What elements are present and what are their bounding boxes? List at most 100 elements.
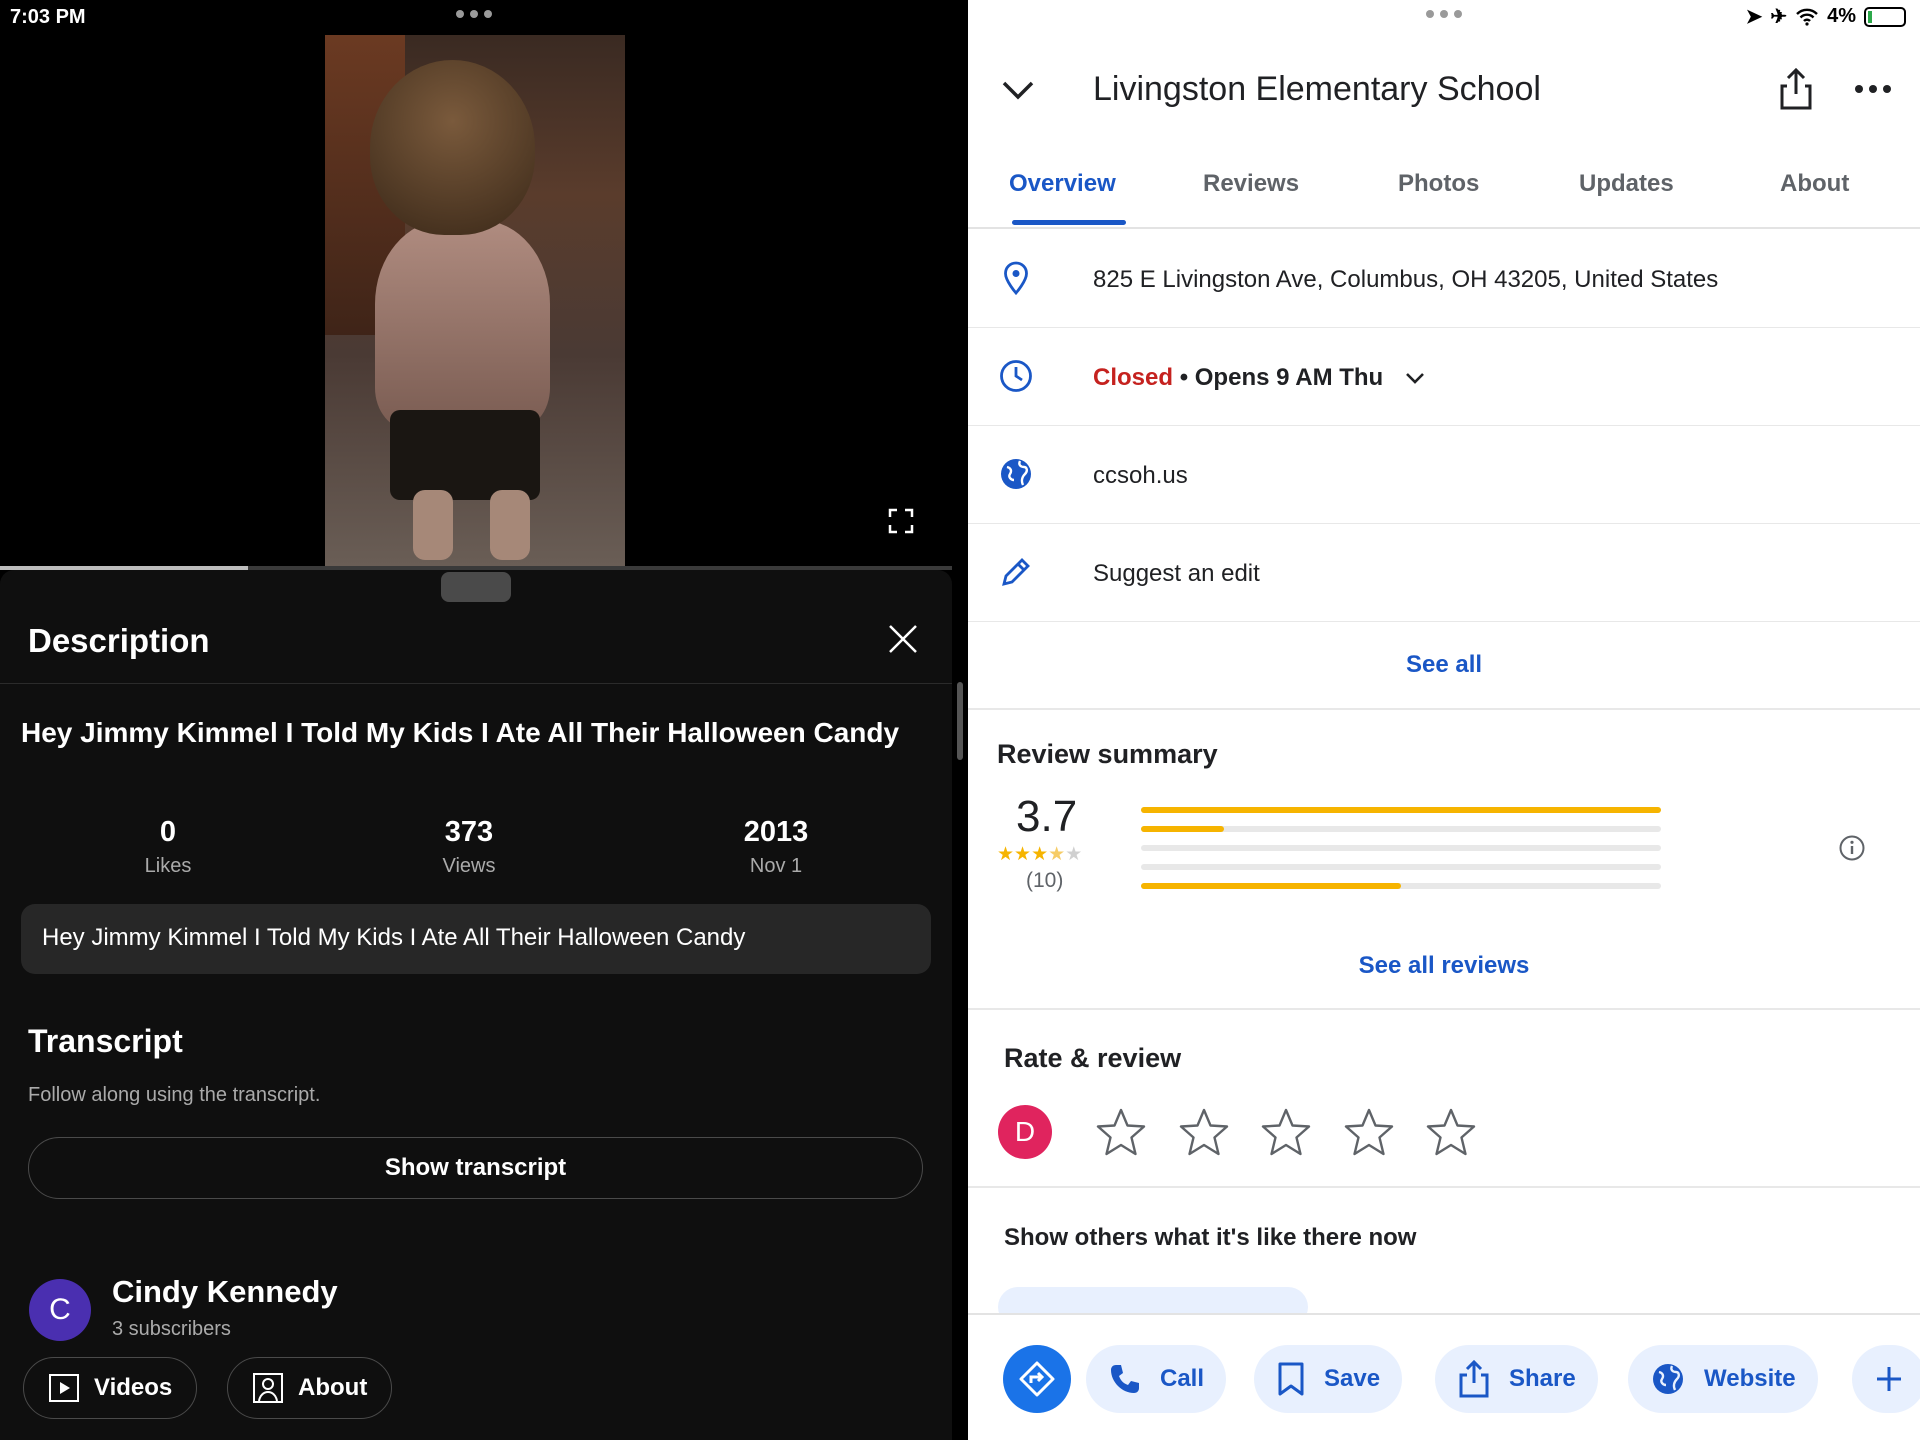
airplane-icon: ✈: [1770, 6, 1788, 28]
directions-icon: [1019, 1361, 1055, 1397]
status-icons: ➤ ✈ 4%: [1746, 4, 1906, 29]
battery-percent: 4%: [1827, 5, 1856, 27]
videos-button[interactable]: Videos: [23, 1357, 198, 1419]
location-arrow-icon: ➤: [1745, 6, 1763, 28]
rating-bar-4: [1141, 826, 1661, 832]
close-icon[interactable]: [886, 622, 920, 656]
rating-bar-1: [1141, 883, 1661, 889]
youtube-pane: 7:03 PM Description Hey Jimmy Kimmel I T…: [0, 0, 968, 1440]
multitasking-dots-right[interactable]: [1426, 10, 1462, 18]
videos-label: Videos: [94, 1374, 173, 1401]
play-icon: [49, 1374, 79, 1402]
globe-icon: [1653, 1364, 1683, 1394]
share-label: Share: [1509, 1365, 1576, 1392]
share-icon[interactable]: [1776, 66, 1816, 112]
about-label: About: [298, 1374, 368, 1401]
stat-label: Nov 1: [749, 855, 803, 877]
maps-pane: ➤ ✈ 4% Livingston Elementary School Over…: [968, 0, 1920, 1440]
stat-label: Likes: [144, 855, 192, 877]
add-button[interactable]: [1852, 1345, 1920, 1413]
split-screen: 7:03 PM Description Hey Jimmy Kimmel I T…: [0, 0, 1920, 1440]
wifi-icon: [1796, 8, 1818, 26]
show-others-header: Show others what it's like there now: [1004, 1224, 1417, 1251]
star-3-icon[interactable]: [1260, 1106, 1312, 1158]
website-text: ccsoh.us: [1093, 462, 1188, 489]
website-button[interactable]: Website: [1628, 1345, 1818, 1413]
rating-star-icon: ★: [997, 844, 1015, 865]
active-tab-indicator: [1012, 220, 1126, 225]
location-pin-icon: [1004, 261, 1028, 296]
save-label: Save: [1324, 1365, 1381, 1392]
hours-next: Opens 9 AM Thu: [1194, 364, 1384, 391]
star-4-icon[interactable]: [1343, 1106, 1395, 1158]
star-5-icon[interactable]: [1425, 1106, 1477, 1158]
channel-name[interactable]: Cindy Kennedy: [112, 1274, 338, 1310]
stat-label: Views: [442, 855, 496, 877]
stat-likes: 0 Likes: [68, 816, 268, 878]
suggest-edit-row[interactable]: Suggest an edit: [968, 524, 1920, 622]
tab-updates[interactable]: Updates: [1579, 170, 1674, 198]
battery-icon: [1864, 6, 1906, 27]
video-player[interactable]: [325, 35, 625, 567]
rating-star-icon: ★: [1031, 844, 1049, 865]
see-all-reviews-button[interactable]: See all reviews: [968, 952, 1920, 980]
rating-bar-2: [1141, 864, 1661, 870]
bookmark-icon: [1278, 1362, 1304, 1396]
rating-stars: ★★★★★: [997, 843, 1082, 866]
scrollbar[interactable]: [957, 682, 963, 760]
stat-views: 373 Views: [369, 816, 569, 878]
address-text: 825 E Livingston Ave, Columbus, OH 43205…: [1093, 266, 1719, 293]
rating-value: 3.7: [1016, 792, 1078, 841]
fullscreen-icon[interactable]: [888, 508, 914, 534]
status-time: 7:03 PM: [10, 6, 86, 28]
call-button[interactable]: Call: [1086, 1345, 1227, 1413]
share-button[interactable]: Share: [1435, 1345, 1598, 1413]
hours-separator: •: [1179, 364, 1189, 391]
star-2-icon[interactable]: [1178, 1106, 1230, 1158]
hours-status: Closed: [1093, 364, 1174, 391]
multitasking-dots-left[interactable]: [456, 10, 492, 18]
save-button[interactable]: Save: [1254, 1345, 1403, 1413]
star-1-icon[interactable]: [1095, 1106, 1147, 1158]
info-icon[interactable]: [1838, 834, 1866, 862]
chevron-down-icon[interactable]: [1404, 371, 1426, 385]
rating-bar-fill: [1141, 883, 1401, 889]
place-title: Livingston Elementary School: [1093, 70, 1541, 108]
tab-overview[interactable]: Overview: [1009, 170, 1116, 198]
chevron-down-icon[interactable]: [998, 70, 1038, 110]
transcript-subtitle: Follow along using the transcript.: [28, 1084, 321, 1106]
share-icon: [1459, 1359, 1489, 1398]
rating-star-icon: ★: [1048, 844, 1066, 865]
action-bar: Call Save Share Website: [968, 1313, 1920, 1440]
description-sheet: Description Hey Jimmy Kimmel I Told My K…: [0, 570, 952, 1440]
user-avatar[interactable]: D: [998, 1105, 1052, 1159]
divider: [968, 708, 1920, 710]
channel-avatar[interactable]: C: [29, 1279, 91, 1341]
person-icon: [253, 1373, 283, 1403]
tab-photos[interactable]: Photos: [1398, 170, 1479, 198]
rating-bar-fill: [1141, 826, 1225, 832]
stat-date: 2013 Nov 1: [676, 816, 876, 878]
about-button[interactable]: About: [227, 1357, 393, 1419]
stat-value: 373: [444, 816, 494, 848]
rating-star-icon: ★: [1014, 844, 1032, 865]
sheet-drag-handle[interactable]: [441, 572, 511, 602]
hours-text: Closed • Opens 9 AM Thu: [1093, 364, 1426, 392]
tab-reviews[interactable]: Reviews: [1203, 170, 1299, 198]
rating-bar-fill: [1141, 807, 1661, 813]
description-header: Description: [28, 622, 210, 659]
rating-count: (10): [1026, 869, 1064, 892]
transcript-header: Transcript: [28, 1023, 183, 1059]
more-icon[interactable]: [1854, 84, 1892, 94]
see-all-button[interactable]: See all: [968, 651, 1920, 679]
description-text: Hey Jimmy Kimmel I Told My Kids I Ate Al…: [21, 904, 931, 974]
directions-button[interactable]: [1003, 1345, 1071, 1413]
stat-value: 0: [159, 816, 177, 848]
tab-about[interactable]: About: [1780, 170, 1849, 198]
hours-row[interactable]: Closed • Opens 9 AM Thu: [968, 328, 1920, 426]
address-row[interactable]: 825 E Livingston Ave, Columbus, OH 43205…: [968, 230, 1920, 328]
call-label: Call: [1160, 1365, 1205, 1392]
show-transcript-button[interactable]: Show transcript: [28, 1137, 923, 1199]
pencil-icon: [1002, 558, 1030, 586]
website-row[interactable]: ccsoh.us: [968, 426, 1920, 524]
